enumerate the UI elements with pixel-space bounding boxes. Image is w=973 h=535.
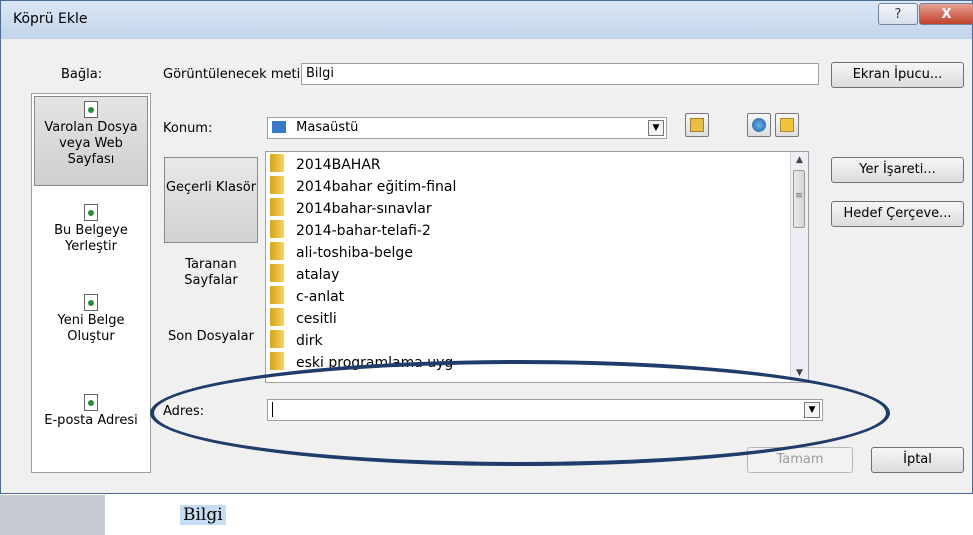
file-list-item[interactable]: ali-toshiba-belge <box>270 242 413 264</box>
help-button[interactable]: ? <box>878 3 918 25</box>
folder-icon <box>270 308 284 326</box>
file-name: ali-toshiba-belge <box>296 245 413 261</box>
tab-browsed-pages[interactable]: Taranan Sayfalar <box>164 249 258 299</box>
file-name: 2014bahar eğitim-final <box>296 179 457 195</box>
dialog-titlebar: Köprü Ekle ? X <box>1 1 973 39</box>
email-address-icon <box>84 394 98 411</box>
file-list-scrollbar[interactable]: ▲ ≡ ▼ <box>790 152 808 382</box>
chevron-down-icon[interactable]: ▼ <box>648 120 664 136</box>
document-selected-text: Bilgi <box>180 505 226 525</box>
file-name: 2014-bahar-telafi-2 <box>296 223 431 239</box>
existing-file-icon <box>84 101 98 118</box>
open-folder-icon <box>780 118 794 132</box>
scroll-down-icon[interactable]: ▼ <box>791 365 808 382</box>
folder-icon <box>270 242 284 260</box>
folder-icon <box>270 198 284 216</box>
up-folder-button[interactable] <box>685 113 709 137</box>
folder-icon <box>270 220 284 238</box>
address-label: Adres: <box>163 404 205 419</box>
link-email-address[interactable]: E-posta Adresi <box>34 394 148 444</box>
bookmark-button[interactable]: Yer İşareti... <box>831 157 964 183</box>
file-list-item[interactable]: 2014-bahar-telafi-2 <box>270 220 431 242</box>
location-value: Masaüstü <box>296 120 359 135</box>
file-name: eski programlama uyg <box>296 355 454 371</box>
dialog-title: Köprü Ekle <box>13 11 88 27</box>
file-list-item[interactable]: dirk <box>270 330 323 352</box>
folder-icon <box>270 176 284 194</box>
file-list-item[interactable]: atalay <box>270 264 339 286</box>
file-name: cesitli <box>296 311 337 327</box>
address-input[interactable]: ​ ▼ <box>267 399 823 421</box>
insert-hyperlink-dialog: Köprü Ekle ? X Bağla: Görüntülenecek met… <box>0 0 973 494</box>
ok-button[interactable]: Tamam <box>747 447 853 473</box>
folder-icon <box>270 330 284 348</box>
file-list-item[interactable]: 2014bahar eğitim-final <box>270 176 456 198</box>
link-existing-file[interactable]: Varolan Dosya veya Web Sayfası <box>34 96 148 186</box>
link-new-document[interactable]: Yeni Belge Oluştur <box>34 294 148 354</box>
file-name: atalay <box>296 267 340 283</box>
close-button[interactable]: X <box>919 3 973 25</box>
file-list-item[interactable]: cesitli <box>270 308 337 330</box>
folder-icon <box>270 352 284 370</box>
link-place-in-document[interactable]: Bu Belgeye Yerleştir <box>34 204 148 264</box>
file-list-item[interactable]: 2014bahar-sınavlar <box>270 198 432 220</box>
browse-file-button[interactable] <box>775 113 799 137</box>
file-name: c-anlat <box>296 289 345 305</box>
cancel-button[interactable]: İptal <box>871 447 964 473</box>
screen-tip-button[interactable]: Ekran İpucu... <box>831 62 964 88</box>
file-name: dirk <box>296 333 323 349</box>
folder-icon <box>270 154 284 172</box>
link-to-bar: Varolan Dosya veya Web Sayfası Bu Belgey… <box>31 93 151 473</box>
tab-current-folder[interactable]: Geçerli Klasör <box>164 157 258 243</box>
desktop-icon <box>272 121 286 133</box>
dialog-client: Bağla: Görüntülenecek metin: Bilgi Ekran… <box>9 41 966 485</box>
up-folder-icon <box>690 118 704 132</box>
target-frame-button[interactable]: Hedef Çerçeve... <box>831 201 964 227</box>
browse-web-button[interactable] <box>747 113 771 137</box>
folder-icon <box>270 286 284 304</box>
link-place-in-document-label: Bu Belgeye Yerleştir <box>54 223 128 254</box>
scroll-thumb[interactable]: ≡ <box>793 170 805 228</box>
file-name: 2014BAHAR <box>296 157 381 173</box>
scroll-up-icon[interactable]: ▲ <box>791 152 808 169</box>
file-list-item[interactable]: c-anlat <box>270 286 344 308</box>
globe-search-icon <box>752 118 766 132</box>
location-combo[interactable]: Masaüstü ▼ <box>267 117 667 139</box>
display-text-label: Görüntülenecek metin: <box>163 67 313 82</box>
display-text-input[interactable]: Bilgi <box>301 63 819 85</box>
look-in-panel: Geçerli Klasör Taranan Sayfalar Son Dosy… <box>162 149 262 385</box>
place-in-document-icon <box>84 204 98 221</box>
chevron-down-icon[interactable]: ▼ <box>804 402 820 418</box>
file-list-item[interactable]: 2014BAHAR <box>270 154 381 176</box>
folder-icon <box>270 264 284 282</box>
link-to-label: Bağla: <box>61 67 103 82</box>
file-list-item[interactable]: eski programlama uyg <box>270 352 453 374</box>
link-new-document-label: Yeni Belge Oluştur <box>57 313 125 344</box>
file-list[interactable]: 2014BAHAR 2014bahar eğitim-final 2014bahar… <box>265 151 809 383</box>
link-email-address-label: E-posta Adresi <box>44 413 138 428</box>
link-existing-file-label: Varolan Dosya veya Web Sayfası <box>44 120 138 167</box>
tab-recent-files[interactable]: Son Dosyalar <box>164 321 258 371</box>
file-name: 2014bahar-sınavlar <box>296 201 432 217</box>
new-document-icon <box>84 294 98 311</box>
document-margin <box>0 495 105 535</box>
location-label: Konum: <box>163 121 213 136</box>
